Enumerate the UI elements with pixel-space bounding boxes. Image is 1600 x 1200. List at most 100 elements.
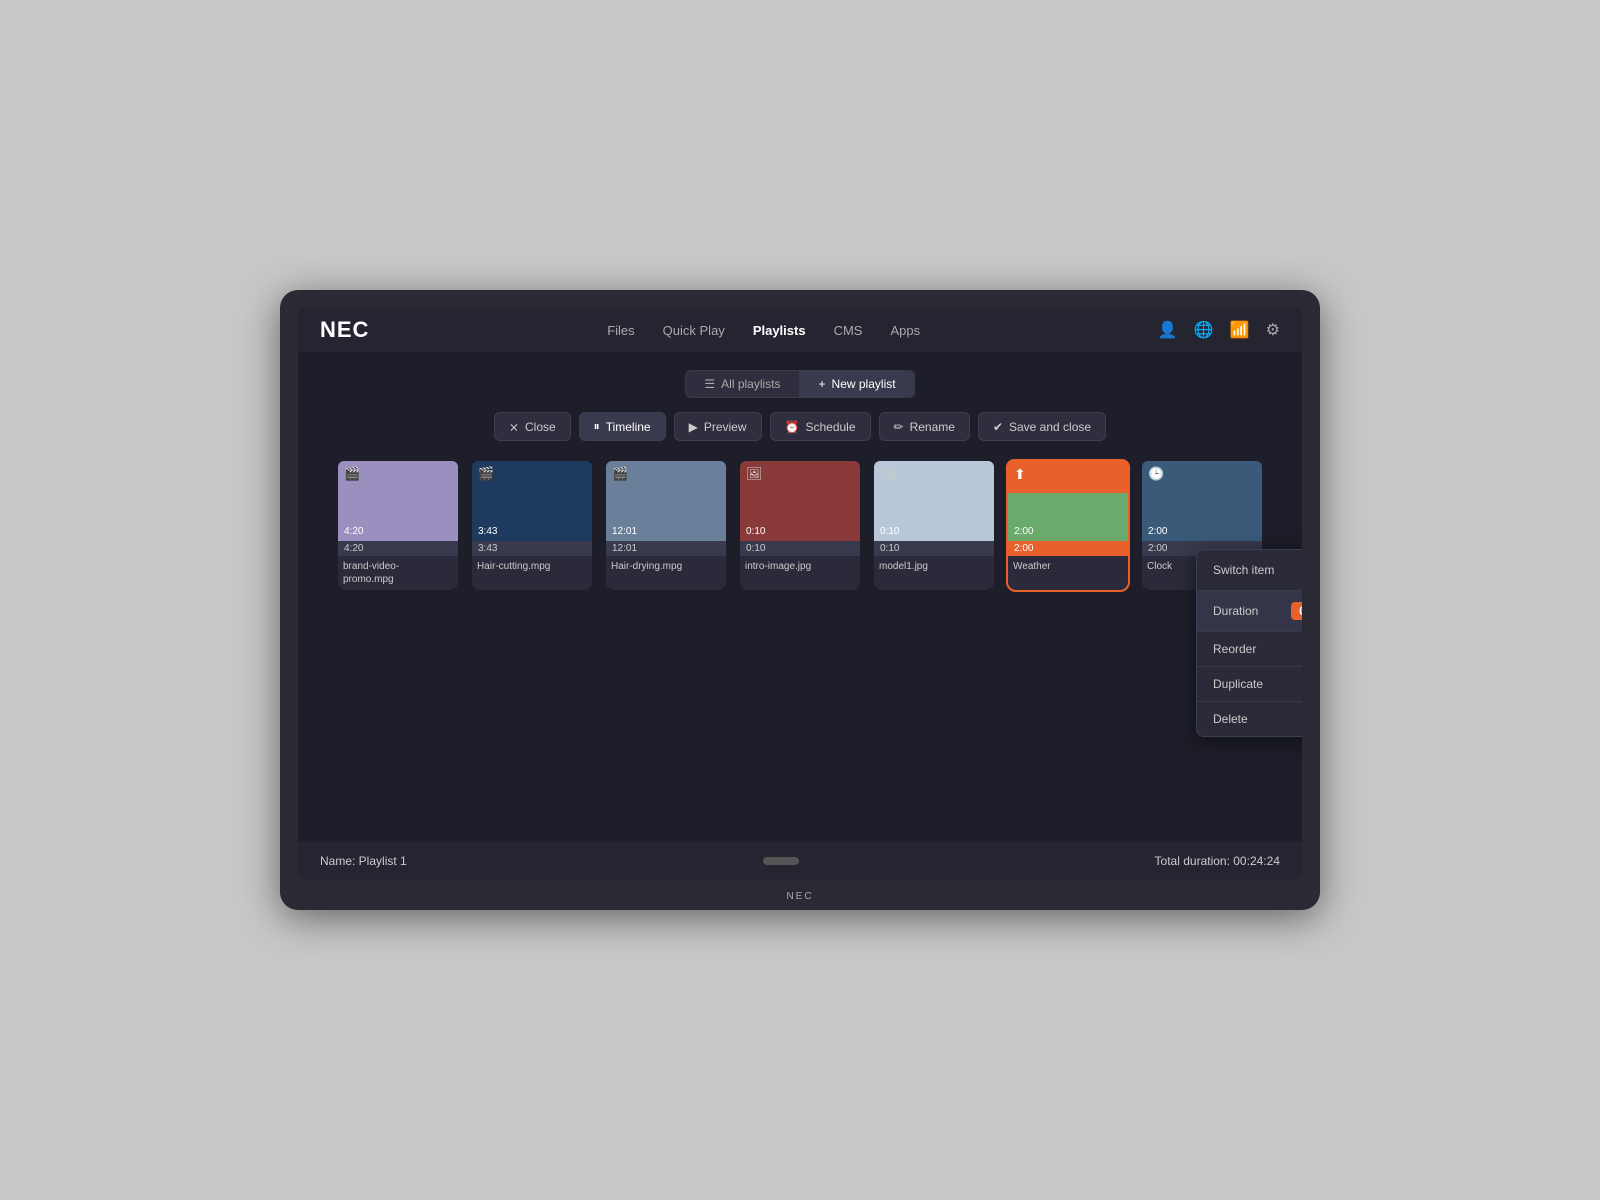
media-card-4[interactable]: 🖼 0:10 0:10 intro-image.jpg (740, 461, 860, 590)
close-button[interactable]: ⨯ Close (494, 412, 571, 441)
duration-bar-4: 0:10 (740, 541, 860, 556)
playlist-tabs: ☰ All playlists + New playlist (685, 370, 914, 398)
ctx-delete[interactable]: Delete (1197, 701, 1302, 736)
media-card-weather[interactable]: ⬆ 2:00 2:00 Weather Switch item ➕ Durati… (1008, 461, 1128, 590)
widget-icon-weather: ⬆ (1014, 466, 1026, 483)
context-menu: Switch item ➕ Duration ➖ Reorder (1196, 549, 1302, 737)
duration-clock: 2:00 (1148, 526, 1167, 537)
all-playlists-tab[interactable]: ☰ All playlists (685, 370, 799, 398)
duration-2: 3:43 (478, 526, 497, 537)
timeline-button[interactable]: ⏸ Timeline (579, 412, 666, 441)
nav-files[interactable]: Files (607, 323, 634, 338)
playlist-name: Name: Playlist 1 (320, 854, 407, 868)
duration-weather: 2:00 (1014, 526, 1033, 537)
label-5: model1.jpg (874, 556, 994, 577)
duration-row: ➖ (1291, 601, 1302, 621)
person-icon[interactable]: 👤 (1158, 320, 1178, 340)
timeline-icon: ⏸ (594, 419, 600, 434)
schedule-button[interactable]: ⏰ Schedule (770, 412, 871, 441)
label-weather: Weather (1008, 556, 1128, 577)
brand-logo: NEC (320, 317, 369, 343)
schedule-icon: ⏰ (785, 420, 800, 434)
duration-bar-2: 3:43 (472, 541, 592, 556)
schedule-label: Schedule (805, 420, 855, 434)
preview-icon: ▶ (689, 420, 698, 434)
media-card-1[interactable]: 🎬 4:20 4:20 brand-video-promo.mpg (338, 461, 458, 590)
nav-icon-group: 👤 🌐 📶 ⚙ (1158, 320, 1280, 340)
all-playlists-label: All playlists (721, 377, 780, 391)
close-label: Close (525, 420, 556, 434)
ctx-duration[interactable]: Duration ➖ (1197, 590, 1302, 631)
top-nav: NEC Files Quick Play Playlists CMS Apps … (298, 308, 1302, 352)
new-playlist-tab[interactable]: + New playlist (800, 370, 915, 398)
bottom-bar: Name: Playlist 1 Total duration: 00:24:2… (298, 842, 1302, 880)
ctx-duplicate[interactable]: Duplicate (1197, 666, 1302, 701)
timeline-label: Timeline (606, 420, 651, 434)
thumb-2: 🎬 3:43 (472, 461, 592, 541)
tv-stand-label: NEC (786, 891, 813, 902)
media-card-3[interactable]: 🎬 12:01 12:01 Hair-drying.mpg (606, 461, 726, 590)
ctx-delete-label: Delete (1213, 712, 1248, 726)
ctx-reorder[interactable]: Reorder (1197, 631, 1302, 666)
plus-icon: + (819, 377, 826, 391)
ctx-switch-item[interactable]: Switch item ➕ (1197, 550, 1302, 590)
save-close-button[interactable]: ✔ Save and close (978, 412, 1106, 441)
nav-apps[interactable]: Apps (890, 323, 920, 338)
tv-screen: NEC Files Quick Play Playlists CMS Apps … (298, 308, 1302, 880)
duration-1: 4:20 (344, 526, 363, 537)
thumb-5: 🖼 0:10 (874, 461, 994, 541)
label-3: Hair-drying.mpg (606, 556, 726, 577)
main-content: ☰ All playlists + New playlist ⨯ Close ⏸… (298, 352, 1302, 842)
save-icon: ✔ (993, 420, 1003, 434)
label-4: intro-image.jpg (740, 556, 860, 577)
clock-icon: 🕒 (1148, 466, 1164, 482)
duration-bar-1: 4:20 (338, 541, 458, 556)
nav-playlists[interactable]: Playlists (753, 323, 806, 338)
tv-display: NEC Files Quick Play Playlists CMS Apps … (280, 290, 1320, 910)
duration-3: 12:01 (612, 526, 637, 537)
duration-bar-5: 0:10 (874, 541, 994, 556)
nav-quickplay[interactable]: Quick Play (663, 323, 725, 338)
settings-icon[interactable]: ⚙ (1266, 320, 1280, 340)
ctx-switch-label: Switch item (1213, 563, 1274, 577)
duration-4: 0:10 (746, 526, 765, 537)
preview-label: Preview (704, 420, 747, 434)
preview-button[interactable]: ▶ Preview (674, 412, 762, 441)
image-icon-5: 🖼 (880, 466, 897, 482)
close-icon: ⨯ (509, 420, 519, 434)
thumb-clock: 🕒 2:00 (1142, 461, 1262, 541)
wifi-icon[interactable]: 📶 (1230, 320, 1250, 340)
new-playlist-label: New playlist (832, 377, 896, 391)
media-card-2[interactable]: 🎬 3:43 3:43 Hair-cutting.mpg (472, 461, 592, 590)
total-duration: Total duration: 00:24:24 (1155, 854, 1280, 868)
thumb-3: 🎬 12:01 (606, 461, 726, 541)
duration-bar-weather: 2:00 (1008, 541, 1128, 556)
thumb-4: 🖼 0:10 (740, 461, 860, 541)
media-card-5[interactable]: 🖼 0:10 0:10 model1.jpg (874, 461, 994, 590)
globe-icon[interactable]: 🌐 (1194, 320, 1214, 340)
label-2: Hair-cutting.mpg (472, 556, 592, 577)
list-icon: ☰ (704, 377, 715, 391)
toolbar: ⨯ Close ⏸ Timeline ▶ Preview ⏰ Schedule … (494, 412, 1106, 441)
thumb-1: 🎬 4:20 (338, 461, 458, 541)
rename-button[interactable]: ✏ Rename (879, 412, 970, 441)
ctx-duration-label: Duration (1213, 604, 1258, 618)
video-icon-2: 🎬 (478, 466, 494, 482)
duration-input[interactable] (1291, 602, 1302, 620)
ctx-reorder-label: Reorder (1213, 642, 1256, 656)
video-icon-1: 🎬 (344, 466, 360, 482)
rename-label: Rename (910, 420, 955, 434)
label-1: brand-video-promo.mpg (338, 556, 458, 590)
duration-5: 0:10 (880, 526, 899, 537)
media-strip: 🎬 4:20 4:20 brand-video-promo.mpg 🎬 3:43… (320, 461, 1280, 590)
save-label: Save and close (1009, 420, 1091, 434)
rename-icon: ✏ (894, 420, 904, 434)
image-icon-4: 🖼 (746, 466, 763, 482)
video-icon-3: 🎬 (612, 466, 628, 482)
scrollbar[interactable] (763, 857, 799, 865)
nav-links: Files Quick Play Playlists CMS Apps (607, 323, 920, 338)
thumb-weather: ⬆ 2:00 (1008, 461, 1128, 541)
duration-bar-3: 12:01 (606, 541, 726, 556)
nav-cms[interactable]: CMS (834, 323, 863, 338)
ctx-duplicate-label: Duplicate (1213, 677, 1263, 691)
